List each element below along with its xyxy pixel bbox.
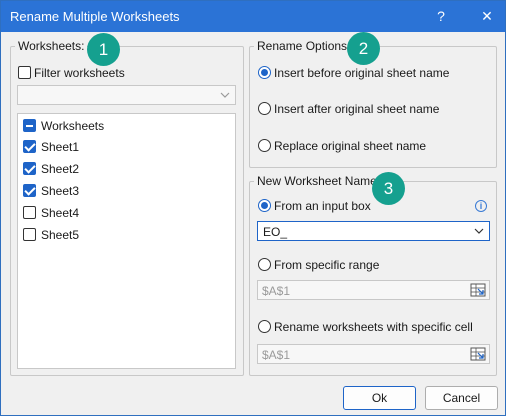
filter-worksheets-checkbox[interactable] — [18, 66, 31, 79]
list-item-label: Worksheets — [41, 119, 105, 133]
step-badge-3: 3 — [372, 172, 405, 205]
sheet3-checkbox[interactable] — [23, 184, 36, 197]
name-input-combo[interactable]: EO_ — [257, 221, 490, 241]
list-item-label: Sheet1 — [41, 140, 80, 154]
cell-value: $A$1 — [262, 348, 291, 362]
step-badge-1: 1 — [87, 33, 120, 66]
step-badge-2: 2 — [347, 32, 380, 65]
info-icon[interactable]: i — [475, 200, 487, 212]
insert-after-label: Insert after original sheet name — [274, 102, 440, 116]
chevron-down-icon — [474, 228, 484, 234]
replace-label: Replace original sheet name — [274, 139, 427, 153]
filter-worksheets-label: Filter worksheets — [34, 66, 125, 80]
replace-radio[interactable] — [258, 139, 271, 152]
window-title: Rename Multiple Worksheets — [10, 9, 180, 24]
list-item-label: Sheet3 — [41, 184, 80, 198]
ok-button[interactable]: Ok — [343, 386, 416, 410]
cancel-button[interactable]: Cancel — [425, 386, 498, 410]
insert-before-radio[interactable] — [258, 66, 271, 79]
sheet2-checkbox[interactable] — [23, 162, 36, 175]
list-item-label: Sheet4 — [41, 206, 80, 220]
range-field[interactable]: $A$1 — [257, 280, 490, 300]
sheet4-checkbox[interactable] — [23, 206, 36, 219]
worksheets-legend: Worksheets: — [15, 39, 88, 53]
insert-after-radio[interactable] — [258, 102, 271, 115]
list-item-label: Sheet2 — [41, 162, 80, 176]
list-item-label: Sheet5 — [41, 228, 80, 242]
from-input-label: From an input box — [274, 199, 371, 213]
name-input-value: EO_ — [263, 225, 288, 239]
from-input-radio[interactable] — [258, 199, 271, 212]
range-value: $A$1 — [262, 284, 291, 298]
rename-options-legend: Rename Options: — [254, 39, 354, 53]
from-range-radio[interactable] — [258, 258, 271, 271]
insert-before-label: Insert before original sheet name — [274, 66, 450, 80]
title-bar: Rename Multiple Worksheets ? ✕ — [1, 1, 505, 32]
from-cell-radio[interactable] — [258, 320, 271, 333]
rename-worksheets-dialog: Rename Multiple Worksheets ? ✕ Worksheet… — [0, 0, 506, 416]
select-all-checkbox[interactable] — [23, 119, 36, 132]
sheet1-checkbox[interactable] — [23, 140, 36, 153]
chevron-down-icon — [220, 92, 230, 98]
cell-field[interactable]: $A$1 — [257, 344, 490, 364]
from-range-label: From specific range — [274, 258, 380, 272]
sheet5-checkbox[interactable] — [23, 228, 36, 241]
filter-worksheets-combo[interactable] — [17, 85, 236, 105]
range-select-icon[interactable] — [470, 347, 486, 361]
help-button[interactable]: ? — [429, 5, 453, 27]
close-button[interactable]: ✕ — [475, 5, 499, 27]
new-name-legend: New Worksheet Name: — [254, 174, 384, 188]
range-select-icon[interactable] — [470, 283, 486, 297]
from-cell-label: Rename worksheets with specific cell — [274, 320, 473, 334]
